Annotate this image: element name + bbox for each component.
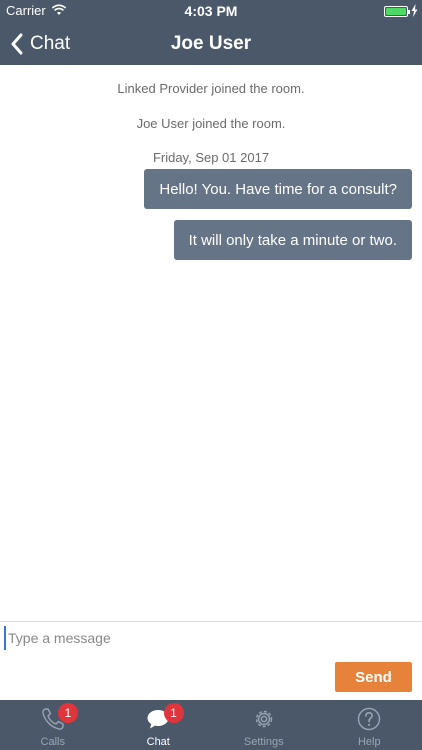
system-message: Linked Provider joined the room. <box>117 81 305 96</box>
chat-badge: 1 <box>163 703 184 723</box>
system-message: Joe User joined the room. <box>136 116 286 131</box>
message-text: It will only take a minute or two. <box>188 231 397 249</box>
date-separator: Friday, Sep 01 2017 <box>152 150 270 165</box>
tab-label: Chat <box>146 736 170 748</box>
calls-badge: 1 <box>58 703 78 723</box>
message-text: Hello! You. Have time for a consult? <box>159 180 397 198</box>
gear-icon <box>255 710 272 728</box>
message-input[interactable] <box>4 626 418 650</box>
status-time: 4:03 PM <box>184 3 238 19</box>
send-button[interactable]: Send <box>335 662 412 692</box>
battery-icon <box>384 6 410 17</box>
tab-label: Settings <box>243 736 284 748</box>
chevron-left-icon <box>11 33 23 55</box>
outgoing-message-bubble[interactable]: It will only take a minute or two. <box>173 220 412 260</box>
back-label: Chat <box>30 33 71 54</box>
tab-settings[interactable]: Settings <box>211 700 317 750</box>
status-bar: Carrier 4:03 PM <box>0 0 422 22</box>
compose-divider <box>0 621 422 622</box>
tab-help[interactable]: Help <box>317 700 422 750</box>
charging-bolt-icon <box>411 4 418 17</box>
tab-chat[interactable]: 1 Chat <box>106 700 212 750</box>
question-icon <box>358 707 381 731</box>
app-header: Carrier 4:03 PM Chat Joe User <box>0 0 422 65</box>
nav-bar: Chat Joe User <box>0 22 422 65</box>
back-button[interactable]: Chat <box>10 30 70 58</box>
tab-label: Calls <box>40 736 65 748</box>
tab-label: Help <box>357 736 381 748</box>
tab-bar: 1 Calls 1 Chat Settings Help <box>0 700 422 750</box>
tab-calls[interactable]: 1 Calls <box>0 700 106 750</box>
chat-message-list[interactable]: Linked Provider joined the room. Joe Use… <box>0 65 422 621</box>
outgoing-message-bubble[interactable]: Hello! You. Have time for a consult? <box>144 169 412 209</box>
